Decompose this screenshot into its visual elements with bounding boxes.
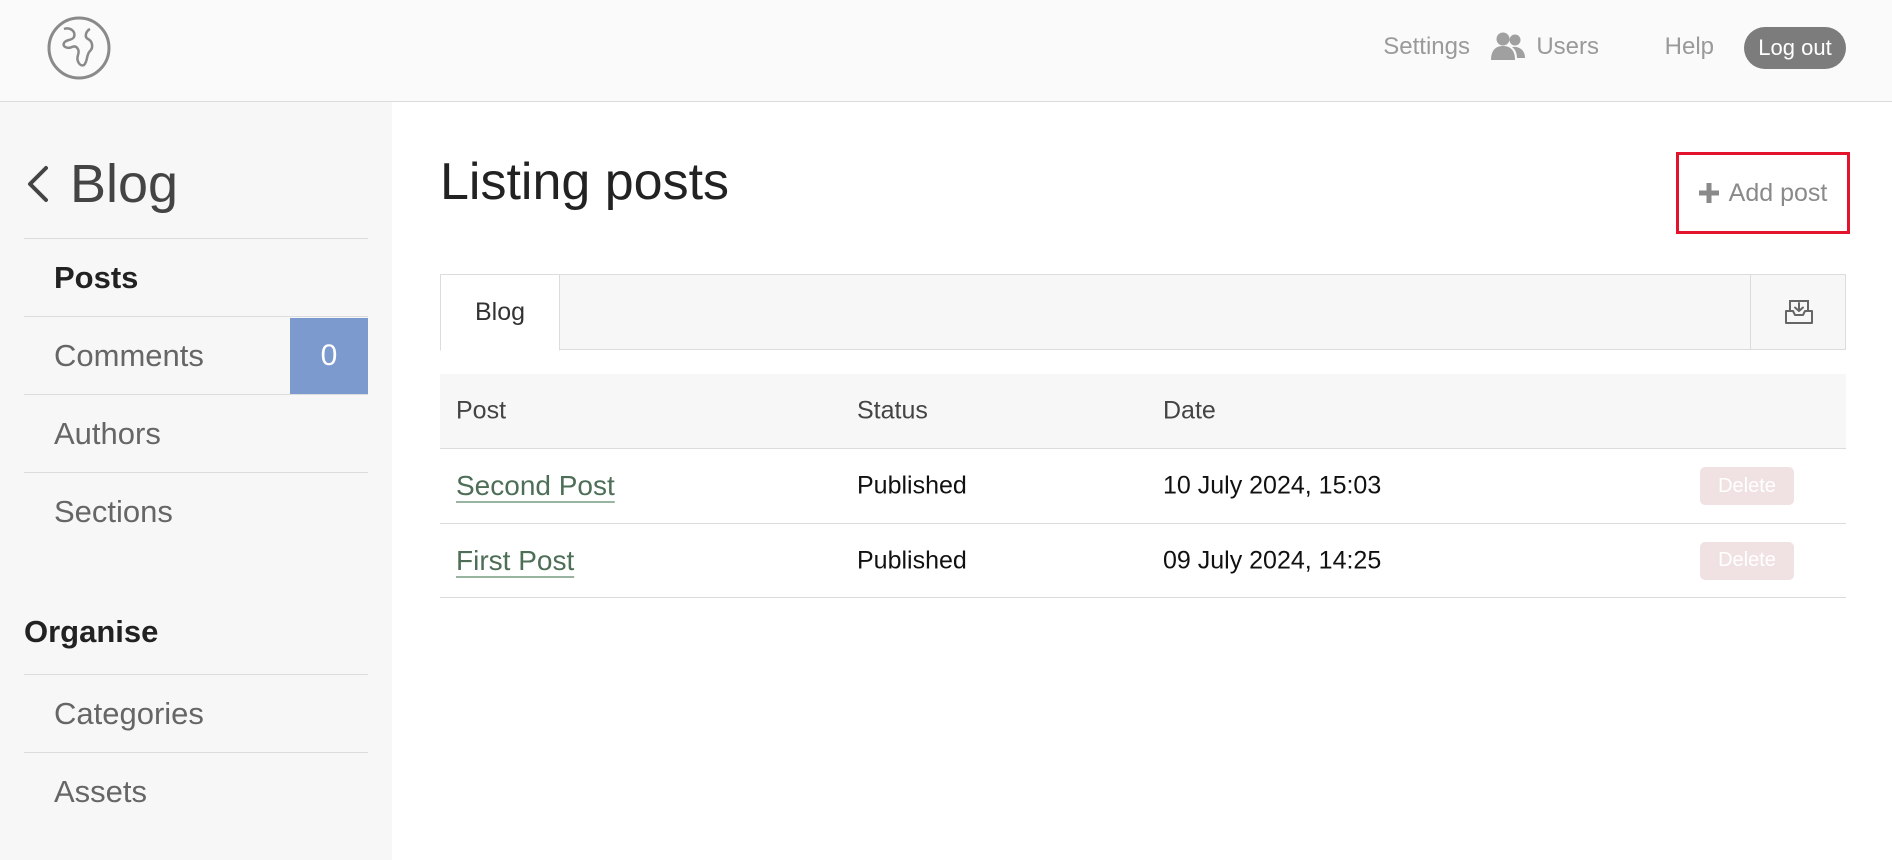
post-title-link[interactable]: Second Post <box>456 470 615 502</box>
sidebar-item-label: Sections <box>54 493 173 529</box>
nav-users-label: Users <box>1536 33 1599 60</box>
nav-users-link[interactable]: Users <box>1491 32 1599 61</box>
nav-settings-link[interactable]: Settings <box>1383 33 1470 61</box>
section-title: Blog <box>70 154 179 214</box>
top-header: Settings Users Help Log out <box>0 0 1892 102</box>
sidebar-item-assets[interactable]: Assets <box>24 752 368 830</box>
column-header-date: Date <box>1163 396 1216 425</box>
table-row: First Post Published 09 July 2024, 14:25… <box>440 523 1846 598</box>
post-title-link[interactable]: First Post <box>456 545 574 577</box>
table-row: Second Post Published 10 July 2024, 15:0… <box>440 448 1846 523</box>
table-header: Post Status Date <box>440 374 1846 448</box>
sidebar-item-categories[interactable]: Categories <box>24 674 368 752</box>
organise-heading: Organise <box>24 614 159 649</box>
post-date: 10 July 2024, 15:03 <box>1163 471 1382 500</box>
sidebar-item-label: Posts <box>54 259 139 295</box>
comments-count-badge: 0 <box>290 318 368 394</box>
sidebar-item-label: Authors <box>54 415 161 451</box>
users-icon <box>1491 32 1526 60</box>
tab-blog[interactable]: Blog <box>440 274 560 351</box>
add-post-label: Add post <box>1728 178 1828 207</box>
sidebar-item-sections[interactable]: Sections <box>24 472 368 550</box>
export-button[interactable] <box>1750 274 1846 350</box>
organise-menu: Categories Assets <box>24 674 368 830</box>
sidebar-item-label: Categories <box>54 695 204 731</box>
delete-button[interactable]: Delete <box>1700 467 1794 505</box>
delete-button[interactable]: Delete <box>1700 541 1794 580</box>
sidebar-item-comments[interactable]: Comments 0 <box>24 316 368 394</box>
page-title: Listing posts <box>440 153 730 211</box>
posts-table: Post Status Date Second Post Published 1… <box>440 374 1846 598</box>
post-date: 09 July 2024, 14:25 <box>1163 546 1382 574</box>
main-content: Listing posts Add post Blog Post Status … <box>392 102 1892 860</box>
add-post-button[interactable]: Add post <box>1676 152 1850 234</box>
column-header-status: Status <box>857 396 928 425</box>
nav-help-link[interactable]: Help <box>1665 33 1714 61</box>
logout-button[interactable]: Log out <box>1744 27 1846 69</box>
back-to-blog-link[interactable]: Blog <box>24 154 178 214</box>
globe-logo-icon[interactable] <box>46 15 112 81</box>
sidebar-item-label: Comments <box>54 337 204 373</box>
sidebar-item-label: Assets <box>54 773 148 809</box>
post-status: Published <box>857 546 967 574</box>
sidebar-item-posts[interactable]: Posts <box>24 238 368 316</box>
post-status: Published <box>857 471 967 500</box>
chevron-left-icon <box>28 166 48 202</box>
sidebar: Blog Posts Comments 0 Authors Sections O… <box>0 102 392 860</box>
tab-bar: Blog <box>440 274 1846 351</box>
sidebar-item-authors[interactable]: Authors <box>24 394 368 472</box>
plus-icon <box>1698 183 1719 203</box>
sidebar-menu: Posts Comments 0 Authors Sections <box>24 238 368 550</box>
inbox-download-icon <box>1784 300 1813 324</box>
column-header-post: Post <box>456 396 507 425</box>
